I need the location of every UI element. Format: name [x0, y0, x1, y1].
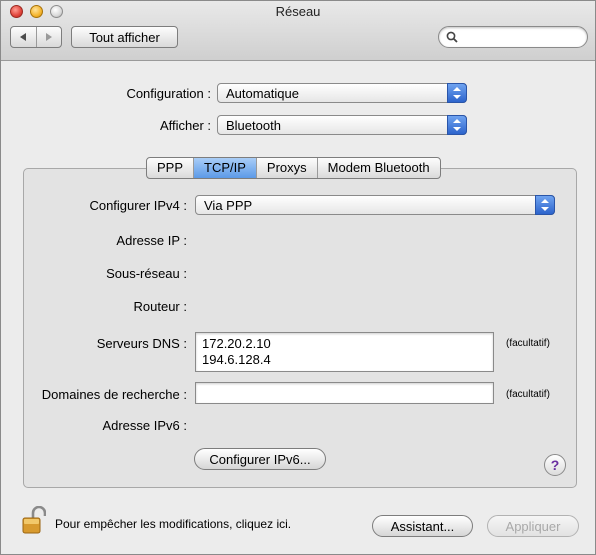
show-popup[interactable]: Bluetooth: [217, 115, 467, 135]
configure-ipv4-label: Configurer IPv4 :: [89, 198, 187, 213]
search-domains-label: Domaines de recherche :: [41, 387, 187, 402]
lock-icon[interactable]: [22, 506, 46, 534]
configure-ipv4-popup[interactable]: Via PPP: [195, 195, 555, 215]
subnet-label: Sous-réseau :: [106, 266, 187, 281]
tab-bar: PPP TCP/IP Proxys Modem Bluetooth: [146, 157, 441, 179]
title-bar: Réseau Tout afficher: [1, 1, 595, 61]
dns-servers-field[interactable]: 172.20.2.10 194.6.128.4: [195, 332, 494, 372]
lock-message[interactable]: Pour empêcher les modifications, cliquez…: [55, 517, 291, 531]
show-all-button[interactable]: Tout afficher: [71, 26, 178, 48]
back-forward-control: [10, 26, 62, 48]
search-field[interactable]: [438, 26, 588, 48]
router-label: Routeur :: [133, 299, 187, 314]
back-icon[interactable]: [11, 27, 37, 47]
configure-ipv6-button[interactable]: Configurer IPv6...: [194, 448, 326, 470]
ipv6-address-label: Adresse IPv6 :: [102, 418, 187, 433]
tab-proxys[interactable]: Proxys: [257, 158, 318, 178]
forward-icon[interactable]: [37, 27, 62, 47]
tab-ppp[interactable]: PPP: [147, 158, 195, 178]
dns-server-entry: 194.6.128.4: [202, 352, 271, 367]
dns-optional-note: (facultatif): [506, 338, 550, 349]
configuration-popup[interactable]: Automatique: [217, 83, 467, 103]
dns-server-entry: 172.20.2.10: [202, 336, 271, 351]
popup-arrows-icon: [535, 195, 555, 215]
search-icon: [446, 31, 458, 43]
tab-modem-bluetooth[interactable]: Modem Bluetooth: [318, 158, 440, 178]
configuration-value: Automatique: [226, 86, 299, 101]
preferences-window: Réseau Tout afficher Configuration : Aut…: [0, 0, 596, 555]
help-icon[interactable]: ?: [544, 454, 566, 476]
search-domains-optional-note: (facultatif): [506, 389, 550, 400]
popup-arrows-icon: [447, 115, 467, 135]
window-title: Réseau: [275, 4, 321, 19]
dns-servers-label: Serveurs DNS :: [96, 336, 187, 351]
apply-button[interactable]: Appliquer: [487, 515, 579, 537]
configuration-label: Configuration :: [126, 86, 211, 101]
ip-address-label: Adresse IP :: [116, 233, 187, 248]
tab-panel: [23, 168, 577, 488]
assistant-button[interactable]: Assistant...: [372, 515, 473, 537]
search-domains-field[interactable]: [195, 382, 494, 404]
configure-ipv4-value: Via PPP: [204, 198, 253, 213]
tab-tcpip[interactable]: TCP/IP: [194, 158, 257, 178]
show-label: Afficher :: [159, 118, 211, 133]
popup-arrows-icon: [447, 83, 467, 103]
show-value: Bluetooth: [226, 118, 281, 133]
